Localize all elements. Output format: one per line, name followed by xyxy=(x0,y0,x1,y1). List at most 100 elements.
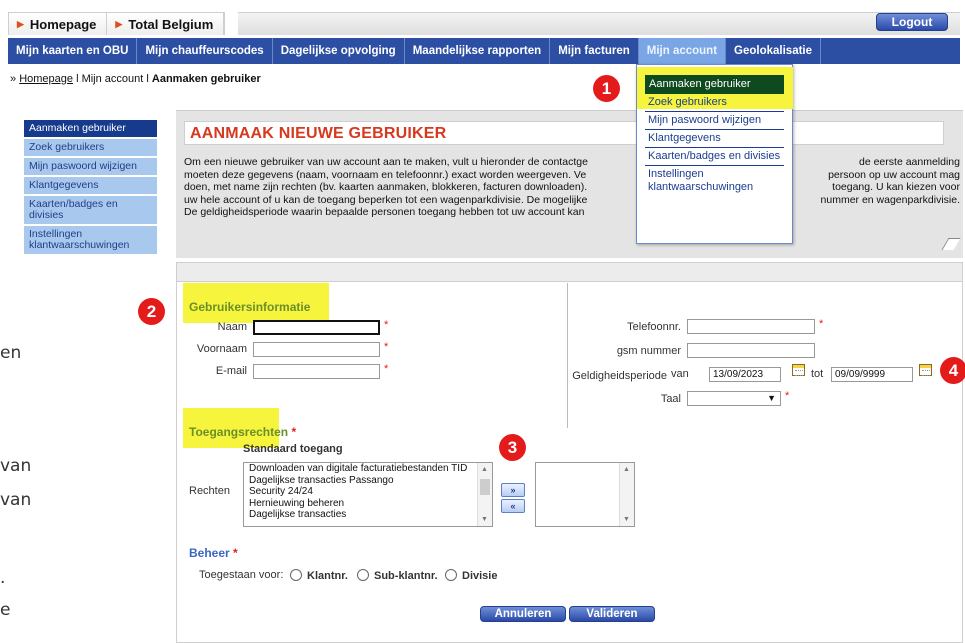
page-fold-icon xyxy=(941,238,961,250)
menu-item-zoek-gebruikers[interactable]: Zoek gebruikers xyxy=(645,94,784,112)
radio-klantnr-label: Klantnr. xyxy=(307,570,348,582)
arrow-right-icon: ▶ xyxy=(115,18,123,29)
sidebar-item-zoek-gebruikers[interactable]: Zoek gebruikers xyxy=(24,139,157,156)
move-right-button[interactable]: » xyxy=(501,483,525,497)
gsm-label: gsm nummer xyxy=(616,345,681,357)
voornaam-field[interactable] xyxy=(253,342,380,357)
available-rights-list[interactable]: Downloaden van digitale facturatiebestan… xyxy=(243,462,493,527)
calendar-icon[interactable] xyxy=(792,364,805,376)
description-line: Om een nieuwe gebruiker van uw account a… xyxy=(184,156,960,169)
scroll-down-icon[interactable]: ▼ xyxy=(623,516,630,523)
tab-total-belgium-label: Total Belgium xyxy=(128,16,214,32)
scroll-thumb[interactable] xyxy=(480,479,490,495)
selected-rights-list[interactable]: ▲ ▼ xyxy=(535,462,635,527)
sidebar-item-aanmaken-gebruiker[interactable]: Aanmaken gebruiker xyxy=(24,120,157,137)
description-line: De geldigheidsperiode waarin bepaalde pe… xyxy=(184,206,960,219)
user-form: Gebruikersinformatie Naam * Voornaam * E… xyxy=(176,262,963,643)
description-line-left: moeten deze gegevens (naam, voornaam en … xyxy=(184,168,587,181)
logout-button[interactable]: Logout xyxy=(876,13,948,31)
breadcrumb-sep: l xyxy=(143,73,152,85)
breadcrumb-account: Mijn account xyxy=(81,73,144,85)
description-line: uw hele account of u kan de toegang bepe… xyxy=(184,194,960,207)
move-left-button[interactable]: « xyxy=(501,499,525,513)
radio-sub-klantnr-label: Sub-klantnr. xyxy=(374,570,438,582)
tab-homepage[interactable]: ▶ Homepage xyxy=(9,13,108,35)
radio-klantnr[interactable] xyxy=(290,569,302,581)
form-divider xyxy=(567,283,568,428)
description-line-right: persoon op uw account mag xyxy=(828,168,960,181)
naam-field[interactable] xyxy=(253,320,380,335)
nav-mijn-account[interactable]: Mijn account xyxy=(638,38,727,64)
nav-chauffeurscodes[interactable]: Mijn chauffeurscodes xyxy=(137,38,273,64)
list-item[interactable]: Downloaden van digitale facturatiebestan… xyxy=(244,463,492,475)
email-label: E-mail xyxy=(215,365,247,377)
tot-label: tot xyxy=(811,368,824,380)
menu-item-paswoord-wijzigen[interactable]: Mijn paswoord wijzigen xyxy=(645,112,784,130)
taal-select[interactable]: ▼ xyxy=(687,391,781,406)
description-line-left: doen, met name zijn rechten (bv. kaarten… xyxy=(184,181,588,193)
page-title-box: AANMAAK NIEUWE GEBRUIKER xyxy=(184,121,944,145)
radio-divisie[interactable] xyxy=(445,569,457,581)
required-mark: * xyxy=(291,425,297,439)
sidebar-item-klantgegevens[interactable]: Klantgegevens xyxy=(24,177,157,194)
menu-item-klantgegevens[interactable]: Klantgegevens xyxy=(645,130,784,148)
top-breadcrumb-tabs: ▶ Homepage ▶ Total Belgium xyxy=(8,12,226,35)
required-mark: * xyxy=(384,363,389,375)
radio-divisie-label: Divisie xyxy=(462,570,498,582)
nav-geolokalisatie[interactable]: Geolokalisatie xyxy=(726,38,822,64)
geldigheidsperiode-label: Geldigheidsperiode xyxy=(572,370,667,382)
sidebar-item-instellingen[interactable]: Instellingen klantwaarschuwingen xyxy=(24,226,157,254)
calendar-icon[interactable] xyxy=(919,364,932,376)
form-header-bar xyxy=(177,263,962,282)
main-nav: Mijn kaarten en OBU Mijn chauffeurscodes… xyxy=(8,38,960,64)
van-label: van xyxy=(671,368,689,380)
left-fragment-text: . xyxy=(0,568,6,588)
breadcrumb: » Homepage l Mijn account l Aanmaken geb… xyxy=(10,73,261,85)
toegestaan-label: Toegestaan voor: xyxy=(199,569,284,581)
nav-dagelijkse-opvolging[interactable]: Dagelijkse opvolging xyxy=(273,38,405,64)
left-fragment-text: van xyxy=(0,490,32,510)
menu-item-aanmaken-gebruiker[interactable]: Aanmaken gebruiker xyxy=(645,75,784,94)
breadcrumb-home-link[interactable]: Homepage xyxy=(19,73,73,85)
menu-item-kaarten-badges[interactable]: Kaarten/badges en divisies xyxy=(645,148,784,166)
tab-homepage-label: Homepage xyxy=(29,16,97,32)
page-title: AANMAAK NIEUWE GEBRUIKER xyxy=(190,125,447,142)
description-line: doen, met name zijn rechten (bv. kaarten… xyxy=(184,181,960,194)
scroll-up-icon[interactable]: ▲ xyxy=(481,466,488,473)
nav-mijn-facturen[interactable]: Mijn facturen xyxy=(550,38,639,64)
cancel-button[interactable]: Annuleren xyxy=(480,606,566,622)
email-field[interactable] xyxy=(253,364,380,379)
beheer-label-text: Beheer xyxy=(189,546,230,560)
callout-badge: 2 xyxy=(138,298,165,325)
list-scrollbar[interactable]: ▲ ▼ xyxy=(477,463,492,526)
left-fragment-text: en xyxy=(0,343,22,363)
chevron-down-icon: ▼ xyxy=(767,393,776,403)
callout-badge: 4 xyxy=(940,357,965,384)
tab-total-belgium[interactable]: ▶ Total Belgium xyxy=(107,13,225,35)
nav-maandelijkse-rapporten[interactable]: Maandelijkse rapporten xyxy=(405,38,551,64)
nav-kaarten[interactable]: Mijn kaarten en OBU xyxy=(8,38,138,64)
description-line-right: toegang. U kan kiezen voor xyxy=(832,181,960,193)
sidebar-item-paswoord-wijzigen[interactable]: Mijn paswoord wijzigen xyxy=(24,158,157,175)
breadcrumb-sep: l xyxy=(73,73,82,85)
sidebar-item-kaarten-badges[interactable]: Kaarten/badges en divisies xyxy=(24,196,157,224)
menu-item-instellingen[interactable]: Instellingen klantwaarschuwingen xyxy=(645,166,784,196)
submit-button[interactable]: Valideren xyxy=(569,606,655,622)
description-line-left: uw hele account of u kan de toegang bepe… xyxy=(184,193,588,206)
list-scrollbar[interactable]: ▲ ▼ xyxy=(619,463,634,526)
voornaam-label: Voornaam xyxy=(196,343,247,355)
list-item[interactable]: Security 24/24 xyxy=(244,486,492,498)
list-item[interactable]: Dagelijkse transacties xyxy=(244,509,492,521)
tot-date-field[interactable]: 09/09/9999 xyxy=(831,367,913,382)
callout-badge: 3 xyxy=(499,434,526,461)
radio-sub-klantnr[interactable] xyxy=(357,569,369,581)
list-item[interactable]: Dagelijkse transacties Passango xyxy=(244,475,492,487)
telefoon-field[interactable] xyxy=(687,319,815,334)
description-line-left: Om een nieuwe gebruiker van uw account a… xyxy=(184,156,588,168)
gsm-field[interactable] xyxy=(687,343,815,358)
list-item[interactable]: Hernieuwing beheren xyxy=(244,498,492,510)
scroll-down-icon[interactable]: ▼ xyxy=(481,516,488,523)
scroll-up-icon[interactable]: ▲ xyxy=(623,466,630,473)
description-line-left: De geldigheidsperiode waarin bepaalde pe… xyxy=(184,206,585,218)
van-date-field[interactable]: 13/09/2023 xyxy=(709,367,781,382)
